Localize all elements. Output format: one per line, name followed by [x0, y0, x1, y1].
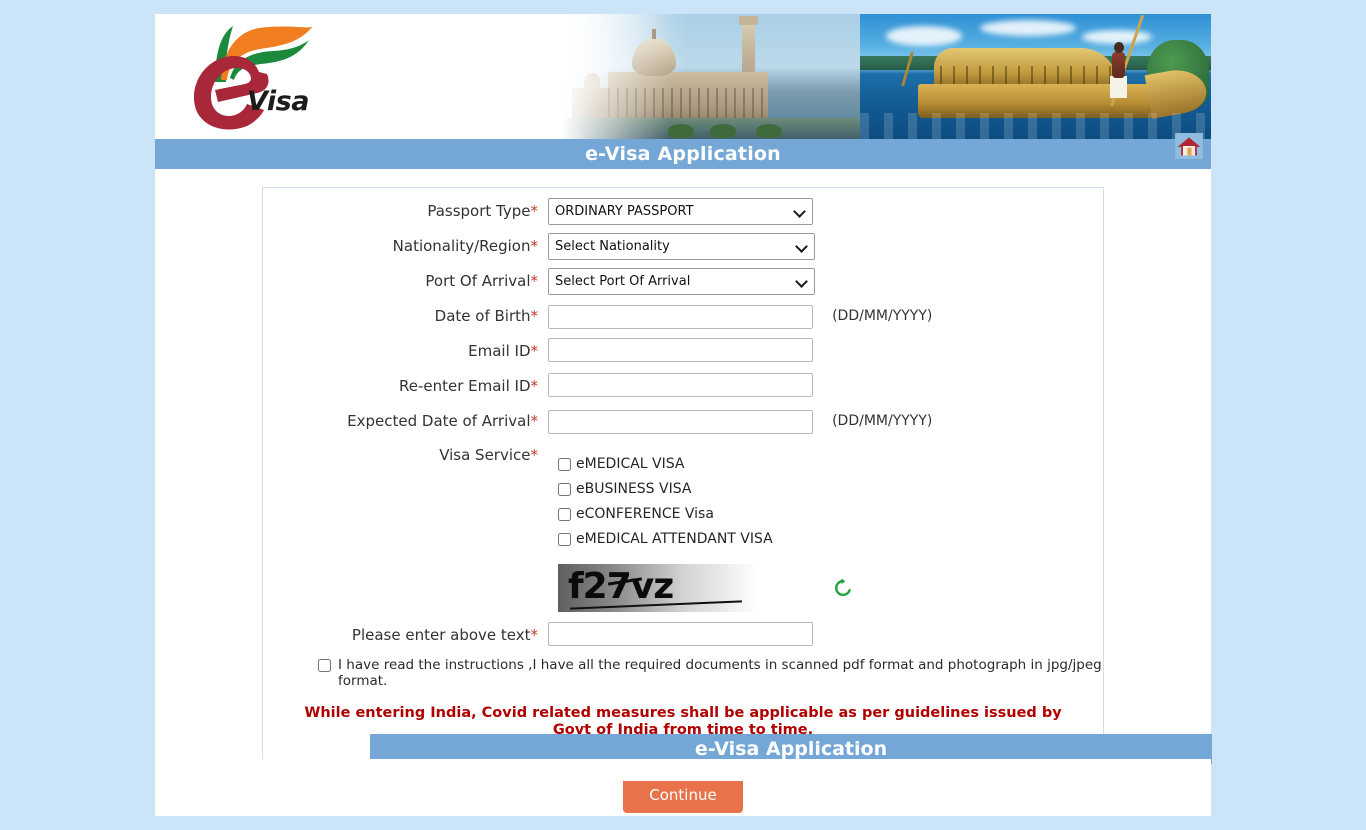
captcha-answer-label: Please enter above text*	[351, 626, 539, 644]
captcha-text: f27vz	[568, 566, 674, 607]
captcha-row: f27vz	[263, 564, 1103, 612]
date-of-birth-label: Date of Birth*	[434, 307, 539, 325]
india-banner-photo	[550, 14, 1211, 139]
refresh-arrow-icon[interactable]	[832, 577, 854, 599]
field-row-passport-type: Passport Type* ORDINARY PASSPORT	[263, 198, 1103, 225]
evisa-logo-icon: Visa	[185, 24, 325, 132]
email-id-input[interactable]	[548, 338, 813, 362]
boatman-head	[1114, 42, 1124, 53]
field-row-email-id: Email ID*	[263, 338, 1103, 365]
footer-title: e-Visa Application	[694, 738, 888, 760]
reenter-email-id-input[interactable]	[548, 373, 813, 397]
field-row-visa-service: Visa Service* eMEDICAL VISA eBUSINESS VI…	[263, 443, 1103, 556]
field-row-reenter-email-id: Re-enter Email ID*	[263, 373, 1103, 400]
visa-service-options: eMEDICAL VISA eBUSINESS VISA eCONFERENCE…	[548, 443, 773, 556]
field-row-captcha-answer: Please enter above text*	[263, 622, 1103, 649]
visa-service-option-econference[interactable]: eCONFERENCE Visa	[558, 506, 773, 522]
expected-date-of-arrival-format-hint: (DD/MM/YYYY)	[832, 413, 933, 429]
home-icon[interactable]	[1175, 133, 1203, 159]
page-bottom-strip	[155, 759, 1211, 781]
email-id-label: Email ID*	[468, 342, 539, 360]
banner-fade-overlay	[550, 14, 670, 139]
date-of-birth-format-hint: (DD/MM/YYYY)	[832, 308, 933, 324]
emedical-attendant-visa-label: eMEDICAL ATTENDANT VISA	[576, 531, 773, 547]
visa-service-label: Visa Service*	[439, 446, 539, 464]
form-container: Passport Type* ORDINARY PASSPORT Nationa…	[262, 187, 1212, 813]
declaration-row[interactable]: I have read the instructions ,I have all…	[263, 657, 1103, 689]
expected-date-of-arrival-input[interactable]	[548, 409, 813, 434]
ebusiness-visa-label: eBUSINESS VISA	[576, 481, 692, 497]
page-title-bar: e-Visa Application	[155, 133, 1211, 169]
site-banner: Visa	[155, 14, 1211, 139]
actions-row: Continue	[263, 777, 1103, 813]
kerala-houseboat-scene	[860, 14, 1211, 139]
required-mark: *	[530, 342, 539, 360]
hedge-icon	[710, 124, 736, 138]
cloud-icon	[886, 26, 962, 46]
cloud-icon	[980, 20, 1076, 36]
application-page: Visa e-Visa Application Passport Type* O…	[155, 14, 1212, 816]
water-reflection	[860, 113, 1211, 139]
field-row-expected-date-of-arrival: Expected Date of Arrival* (DD/MM/YYYY)	[263, 408, 1103, 435]
required-mark: *	[530, 272, 539, 290]
houseboat-canopy	[934, 48, 1118, 88]
captcha-image: f27vz	[558, 564, 758, 612]
continue-button[interactable]: Continue	[623, 777, 743, 813]
required-mark: *	[530, 626, 539, 644]
port-of-arrival-label: Port Of Arrival*	[425, 272, 539, 290]
field-row-nationality: Nationality/Region* Select Nationality	[263, 233, 1103, 260]
declaration-text: I have read the instructions ,I have all…	[338, 657, 1102, 689]
required-mark: *	[530, 237, 539, 255]
page-title: e-Visa Application	[585, 143, 781, 165]
field-row-date-of-birth: Date of Birth* (DD/MM/YYYY)	[263, 303, 1103, 330]
hedge-icon	[668, 124, 694, 138]
econference-visa-label: eCONFERENCE Visa	[576, 506, 714, 522]
reenter-email-id-label: Re-enter Email ID*	[398, 377, 539, 395]
date-of-birth-input[interactable]	[548, 304, 813, 329]
declaration-checkbox[interactable]	[318, 659, 331, 672]
required-mark: *	[530, 202, 539, 220]
passport-type-label: Passport Type*	[427, 202, 539, 220]
field-row-port-of-arrival: Port Of Arrival* Select Port Of Arrival	[263, 268, 1103, 295]
emedical-attendant-visa-checkbox[interactable]	[558, 532, 571, 546]
required-mark: *	[530, 307, 539, 325]
emedical-visa-label: eMEDICAL VISA	[576, 456, 685, 472]
econference-visa-checkbox[interactable]	[558, 507, 571, 521]
passport-type-select[interactable]: ORDINARY PASSPORT	[548, 198, 813, 225]
visa-service-option-emedical-attendant[interactable]: eMEDICAL ATTENDANT VISA	[558, 531, 773, 547]
logo-visa-text: Visa	[247, 86, 309, 117]
refresh-icon[interactable]	[832, 577, 854, 599]
required-mark: *	[530, 377, 539, 395]
boatman-dhoti	[1110, 76, 1127, 98]
boatman-figure	[1112, 52, 1125, 78]
expected-date-of-arrival-label: Expected Date of Arrival*	[347, 412, 539, 430]
required-mark: *	[530, 446, 539, 464]
emedical-visa-checkbox[interactable]	[558, 457, 571, 471]
visa-service-option-ebusiness[interactable]: eBUSINESS VISA	[558, 481, 773, 497]
port-of-arrival-select[interactable]: Select Port Of Arrival	[548, 268, 815, 295]
nationality-select[interactable]: Select Nationality	[548, 233, 815, 260]
hedge-icon	[756, 124, 782, 138]
ebusiness-visa-checkbox[interactable]	[558, 482, 571, 496]
captcha-answer-input[interactable]	[548, 622, 813, 646]
required-mark: *	[530, 412, 539, 430]
visa-service-option-emedical[interactable]: eMEDICAL VISA	[558, 456, 773, 472]
form-area: Passport Type* ORDINARY PASSPORT Nationa…	[155, 169, 1212, 813]
nationality-label: Nationality/Region*	[392, 237, 539, 255]
